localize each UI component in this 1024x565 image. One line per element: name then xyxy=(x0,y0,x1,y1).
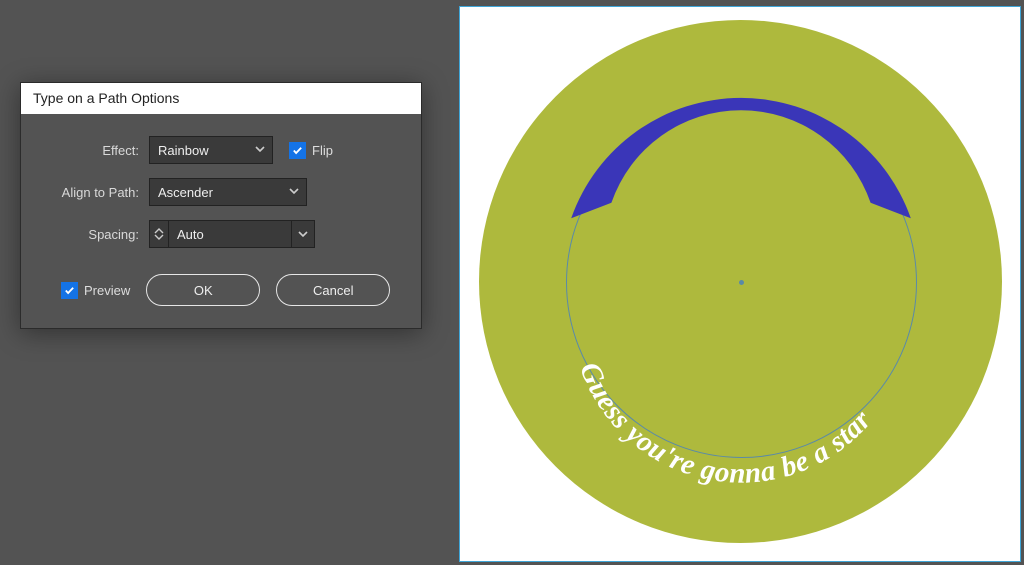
align-label: Align to Path: xyxy=(31,185,139,200)
ok-button[interactable]: OK xyxy=(146,274,260,306)
spacing-label: Spacing: xyxy=(31,227,139,242)
preview-checkbox[interactable]: Preview xyxy=(61,282,130,299)
cancel-button[interactable]: Cancel xyxy=(276,274,390,306)
artboard: Guess you're gonna be a star xyxy=(459,6,1021,562)
effect-value: Rainbow xyxy=(158,143,209,158)
type-on-path-options-dialog: Type on a Path Options Effect: Rainbow F… xyxy=(20,82,422,329)
stepper-arrows-icon[interactable] xyxy=(150,221,169,247)
effect-label: Effect: xyxy=(31,143,139,158)
path-text[interactable]: Guess you're gonna be a star xyxy=(573,358,878,490)
align-select[interactable]: Ascender xyxy=(149,178,307,206)
effect-select[interactable]: Rainbow xyxy=(149,136,273,164)
flip-label: Flip xyxy=(312,143,333,158)
dialog-title: Type on a Path Options xyxy=(21,83,421,114)
flip-checkbox[interactable]: Flip xyxy=(289,142,333,159)
path-text-content: Guess you're gonna be a star xyxy=(573,358,878,490)
dialog-body: Effect: Rainbow Flip Align to Path: Asce… xyxy=(21,114,421,328)
align-value: Ascender xyxy=(158,185,213,200)
checkbox-checked-icon xyxy=(61,282,78,299)
spacing-input[interactable]: Auto xyxy=(149,220,315,248)
chevron-down-icon xyxy=(254,143,266,155)
type-on-path-artwork: Guess you're gonna be a star xyxy=(460,7,1020,561)
preview-label: Preview xyxy=(84,283,130,298)
chevron-down-icon xyxy=(288,185,300,197)
chevron-down-icon[interactable] xyxy=(291,221,314,247)
checkbox-checked-icon xyxy=(289,142,306,159)
spacing-value: Auto xyxy=(169,227,291,242)
text-highlight-arc xyxy=(571,98,911,218)
